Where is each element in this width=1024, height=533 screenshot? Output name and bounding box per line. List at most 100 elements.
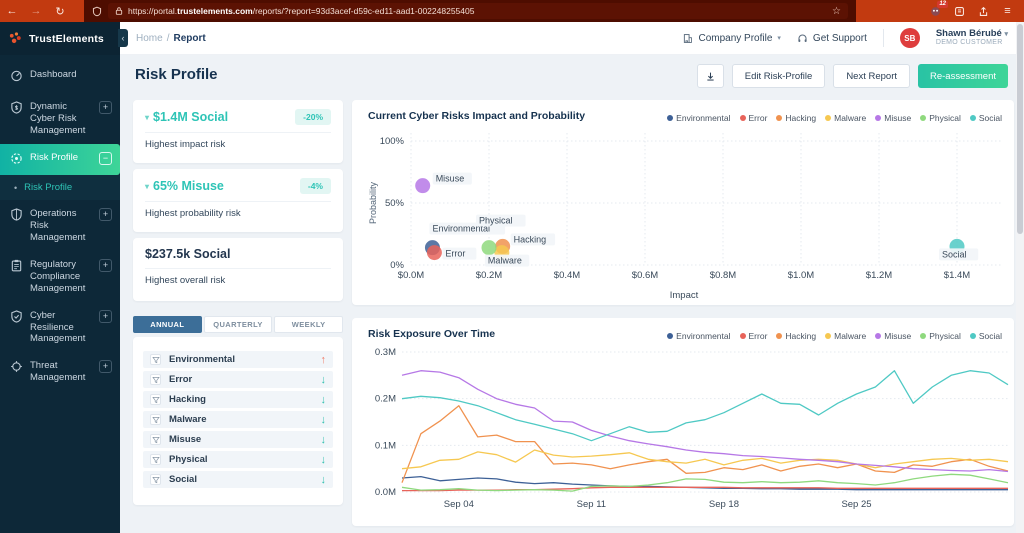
- risk-category-label: Malware: [169, 414, 207, 425]
- sidebar-item-dynamic-cyber-risk-management[interactable]: Dynamic Cyber Risk Management +: [0, 93, 120, 144]
- bookmark-star-icon[interactable]: ☆: [832, 6, 841, 17]
- next-report-button[interactable]: Next Report: [833, 64, 910, 88]
- sidebar-item-threat-management[interactable]: Threat Management +: [0, 352, 120, 391]
- sidebar-item-operations-risk-management[interactable]: Operations Risk Management +: [0, 200, 120, 251]
- reassessment-button[interactable]: Re-assessment: [918, 64, 1008, 88]
- risk-category-list: Environmental ↑ Error ↓ Hacking ↓ Malware ↓ Misu…: [133, 337, 343, 505]
- svg-text:$0.6M: $0.6M: [632, 270, 658, 281]
- scatter-point-error[interactable]: [426, 245, 442, 261]
- app-header: Home / Report Company Profile ▾ Get Supp…: [120, 22, 1024, 55]
- share-icon[interactable]: [977, 5, 990, 18]
- extension-icon[interactable]: 12: [929, 0, 948, 18]
- risk-row-error[interactable]: Error ↓: [143, 371, 333, 388]
- library-icon[interactable]: [953, 5, 966, 18]
- breadcrumb: Home / Report: [136, 33, 206, 44]
- edit-risk-profile-button[interactable]: Edit Risk-Profile: [731, 64, 826, 88]
- stat-caption: Highest impact risk: [145, 139, 226, 150]
- extension-badge: 12: [937, 0, 948, 8]
- collapse-icon[interactable]: −: [99, 151, 112, 165]
- page-title: Risk Profile: [135, 66, 218, 83]
- risk-exposure-chart-card: Risk Exposure Over Time Environmental Err…: [352, 318, 1014, 526]
- series-line-social[interactable]: [401, 370, 1009, 442]
- risk-row-misuse[interactable]: Misuse ↓: [143, 431, 333, 448]
- gauge-icon: [10, 68, 23, 86]
- company-profile-dropdown[interactable]: Company Profile ▾: [682, 33, 781, 44]
- browser-toolbar: ← → ↻ https://portal.trustelements.com/r…: [0, 0, 1024, 22]
- filter-funnel-icon[interactable]: [150, 414, 161, 425]
- svg-text:$1.4M: $1.4M: [944, 270, 970, 281]
- stat-caption: Highest probability risk: [145, 208, 241, 219]
- risk-row-social[interactable]: Social ↓: [143, 471, 333, 488]
- get-support-button[interactable]: Get Support: [797, 33, 867, 44]
- back-icon[interactable]: ←: [0, 5, 24, 17]
- screen: ← → ↻ https://portal.trustelements.com/r…: [0, 0, 1024, 533]
- forward-icon[interactable]: →: [24, 5, 48, 17]
- url-input[interactable]: https://portal.trustelements.com/reports…: [108, 3, 848, 19]
- filter-funnel-icon[interactable]: [150, 354, 161, 365]
- sidebar-item-dashboard[interactable]: Dashboard: [0, 61, 120, 93]
- trustelements-logo-icon: [9, 32, 21, 44]
- sidebar-item-label: Threat Management: [30, 360, 86, 384]
- user-avatar[interactable]: SB: [899, 28, 920, 48]
- page-scrollbar[interactable]: [1016, 22, 1024, 533]
- menu-icon[interactable]: ≡: [1001, 5, 1014, 18]
- sidebar-item-label: Risk Profile: [30, 151, 79, 163]
- stat-value: ▾ 65% Misuse: [145, 179, 224, 193]
- expand-icon[interactable]: +: [99, 309, 112, 323]
- svg-text:0.3M: 0.3M: [375, 347, 396, 358]
- scatter-point-physical[interactable]: [481, 240, 497, 256]
- breadcrumb-home-link[interactable]: Home: [136, 33, 163, 44]
- tab-weekly[interactable]: WEEKLY: [274, 316, 344, 333]
- shield-check-icon: [10, 309, 23, 327]
- crosshair-icon: [10, 359, 23, 377]
- point-label-misuse: Misuse: [436, 174, 465, 184]
- target-icon: [10, 151, 23, 169]
- tab-annual[interactable]: ANNUAL: [133, 316, 202, 333]
- tab-quarterly[interactable]: QUARTERLY: [203, 316, 273, 333]
- tracking-shield-icon[interactable]: [92, 6, 102, 17]
- chevron-down-icon: ▾: [1004, 30, 1008, 38]
- svg-text:0.2M: 0.2M: [375, 394, 396, 405]
- chevron-down-icon: ▾: [777, 35, 781, 42]
- filter-funnel-icon[interactable]: [150, 454, 161, 465]
- filter-funnel-icon[interactable]: [150, 394, 161, 405]
- sidebar-collapse-button[interactable]: ‹: [118, 29, 128, 47]
- series-line-misuse[interactable]: [401, 370, 1009, 473]
- expand-icon[interactable]: +: [99, 100, 112, 114]
- lock-icon: [115, 7, 123, 15]
- risk-row-environmental[interactable]: Environmental ↑: [143, 351, 333, 368]
- sidebar-item-risk-profile[interactable]: Risk Profile −: [0, 143, 120, 176]
- download-report-button[interactable]: [696, 64, 724, 88]
- stat-card-highest-impact-risk: ▾ $1.4M Social -20% Highest impact risk: [133, 100, 343, 163]
- reload-icon[interactable]: ↻: [48, 5, 72, 18]
- point-label-physical: Physical: [479, 216, 513, 226]
- sidebar-subitem-risk-profile[interactable]: • Risk Profile: [0, 175, 120, 201]
- sidebar-item-cyber-resilience-management[interactable]: Cyber Resilience Management +: [0, 302, 120, 353]
- header-actions: Company Profile ▾ Get Support SB Shawn B…: [682, 28, 1008, 48]
- filter-funnel-icon[interactable]: [150, 374, 161, 385]
- url-bar-container: https://portal.trustelements.com/reports…: [84, 0, 856, 22]
- point-label-error: Error: [445, 249, 465, 259]
- scatter-point-misuse[interactable]: [415, 178, 431, 194]
- risk-row-physical[interactable]: Physical ↓: [143, 451, 333, 468]
- filter-funnel-icon[interactable]: [150, 434, 161, 445]
- expand-icon[interactable]: +: [99, 259, 112, 272]
- sidebar-item-regulatory-compliance-management[interactable]: Regulatory Compliance Management +: [0, 251, 120, 302]
- expand-icon[interactable]: +: [99, 208, 112, 222]
- trend-down-icon: ↓: [320, 433, 327, 446]
- series-line-hacking[interactable]: [401, 405, 1009, 483]
- risk-row-hacking[interactable]: Hacking ↓: [143, 391, 333, 408]
- trend-down-icon: ↓: [320, 473, 327, 486]
- trend-down-icon: ↓: [320, 413, 327, 426]
- page-actions: Edit Risk-Profile Next Report Re-assessm…: [696, 64, 1008, 88]
- risk-category-label: Error: [169, 374, 193, 385]
- point-label-hacking: Hacking: [514, 234, 547, 244]
- filter-funnel-icon[interactable]: [150, 474, 161, 485]
- scrollbar-thumb[interactable]: [1017, 24, 1023, 234]
- url-text: https://portal.trustelements.com/reports…: [128, 6, 475, 16]
- brand-name: TrustElements: [29, 32, 104, 45]
- divider: [882, 29, 884, 47]
- expand-icon[interactable]: +: [99, 360, 112, 374]
- risk-row-malware[interactable]: Malware ↓: [143, 411, 333, 428]
- user-menu[interactable]: Shawn Bérubé ▾ DEMO CUSTOMER: [936, 28, 1008, 48]
